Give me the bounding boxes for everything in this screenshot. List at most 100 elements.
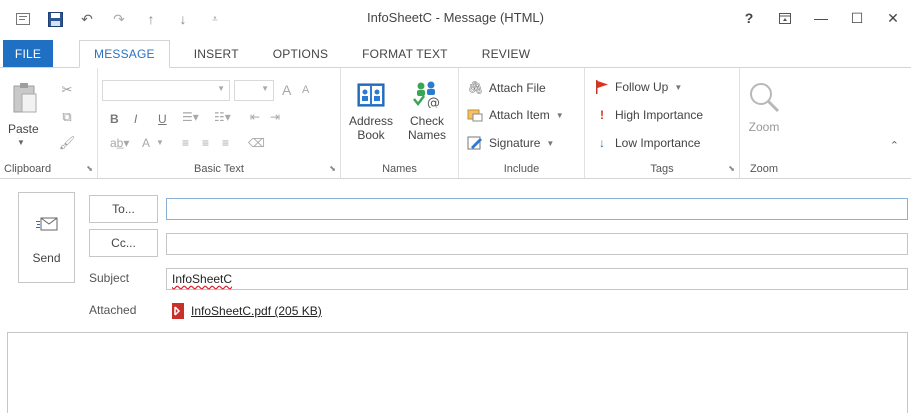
address-book-button[interactable]: Address Book: [345, 78, 397, 142]
cc-field[interactable]: [166, 233, 908, 255]
follow-up-label: Follow Up: [615, 80, 669, 94]
to-button[interactable]: To...: [89, 195, 158, 223]
low-importance-button[interactable]: ↓ Low Importance: [595, 136, 700, 150]
send-envelope-icon: [36, 217, 58, 231]
window-controls: ? — ☐ ✕: [731, 0, 911, 36]
help-button[interactable]: ?: [731, 0, 767, 36]
message-body[interactable]: [7, 332, 908, 413]
tab-options[interactable]: OPTIONS: [259, 40, 342, 67]
italic-button[interactable]: I: [134, 112, 137, 126]
attach-item-icon: [467, 108, 483, 122]
signature-dropdown-icon: ▼: [546, 138, 555, 148]
increase-indent-icon[interactable]: ⇥: [270, 110, 280, 124]
attach-file-button[interactable]: 🖇 Attach File: [467, 80, 546, 96]
check-names-label-line1: Check: [409, 114, 444, 128]
attach-item-button[interactable]: Attach Item ▼: [467, 108, 564, 122]
zoom-button[interactable]: Zoom: [740, 78, 788, 134]
numbering-icon[interactable]: ☷▾: [214, 110, 231, 124]
attachment-link[interactable]: InfoSheetC.pdf (205 KB): [191, 304, 322, 318]
underline-button[interactable]: U: [158, 112, 167, 126]
check-names-label-line2: Names: [407, 128, 446, 142]
attachments-field: InfoSheetC.pdf (205 KB): [166, 300, 908, 322]
clipboard-launcher-icon[interactable]: ⬊: [86, 164, 93, 173]
tab-message[interactable]: MESSAGE: [79, 40, 170, 68]
cut-icon[interactable]: ✂: [58, 81, 76, 99]
tags-group: Follow Up ▼ ! High Importance ↓ Low Impo…: [585, 68, 740, 178]
subject-value: InfoSheetC: [172, 272, 233, 286]
font-name-combo[interactable]: ▼: [102, 80, 230, 101]
basic-text-group-label: Basic Text: [194, 163, 244, 175]
ribbon: Paste ▼ ✂ ⧉ 🖌 Clipboard ⬊ ▼ ▼ A A B I U …: [0, 67, 911, 179]
svg-text:@: @: [427, 96, 440, 108]
exclamation-icon: !: [600, 108, 604, 122]
include-group: 🖇 Attach File Attach Item ▼ Signature ▼ …: [459, 68, 585, 178]
signature-icon: [467, 136, 483, 150]
maximize-button[interactable]: ☐: [839, 0, 875, 36]
align-right-icon[interactable]: ≡: [222, 136, 229, 150]
ribbon-display-options-icon[interactable]: [767, 0, 803, 36]
send-button[interactable]: Send: [18, 192, 75, 283]
high-importance-label: High Importance: [615, 108, 704, 122]
collapse-ribbon-icon[interactable]: ⌃: [890, 139, 899, 152]
flag-icon: [595, 80, 609, 94]
align-center-icon[interactable]: ≡: [202, 136, 209, 150]
copy-icon[interactable]: ⧉: [58, 108, 76, 126]
font-color-button[interactable]: A: [142, 136, 150, 150]
to-field[interactable]: [166, 198, 908, 220]
address-book-label-line2: Book: [357, 128, 385, 142]
names-group-label: Names: [382, 163, 417, 175]
bullets-icon[interactable]: ☰▾: [182, 110, 199, 124]
pdf-icon: [171, 303, 185, 319]
tab-insert[interactable]: INSERT: [180, 40, 253, 67]
paperclip-icon: 🖇: [467, 80, 484, 95]
clear-formatting-icon[interactable]: ⌫: [248, 136, 265, 150]
send-label: Send: [32, 251, 61, 265]
attached-label: Attached: [89, 303, 137, 317]
format-painter-icon[interactable]: 🖌: [58, 134, 76, 152]
bold-button[interactable]: B: [110, 112, 119, 126]
align-left-icon[interactable]: ≡: [182, 136, 189, 150]
font-size-combo[interactable]: ▼: [234, 80, 274, 101]
tab-review[interactable]: REVIEW: [468, 40, 545, 67]
tab-file[interactable]: FILE: [3, 40, 53, 67]
decrease-indent-icon[interactable]: ⇤: [250, 110, 260, 124]
attach-file-label: Attach File: [489, 81, 546, 95]
tags-group-label: Tags: [650, 163, 674, 175]
follow-up-button[interactable]: Follow Up ▼: [595, 80, 682, 94]
close-button[interactable]: ✕: [875, 0, 911, 36]
subject-label: Subject: [89, 271, 130, 285]
zoom-group-label: Zoom: [749, 163, 779, 175]
signature-label: Signature: [489, 136, 541, 150]
magnifier-icon: [747, 80, 781, 114]
grow-font-button[interactable]: A: [282, 82, 291, 98]
attach-item-dropdown-icon: ▼: [555, 110, 564, 120]
title-bar: ↶ ↷ ↑ ↓ ⩡ InfoSheetC - Message (HTML) ? …: [0, 0, 911, 36]
subject-field[interactable]: InfoSheetC: [166, 268, 908, 290]
zoom-button-label: Zoom: [748, 120, 780, 134]
highlight-icon[interactable]: ab̲▾: [110, 136, 129, 150]
low-importance-label: Low Importance: [615, 136, 701, 150]
cc-button[interactable]: Cc...: [89, 229, 158, 257]
signature-button[interactable]: Signature ▼: [467, 136, 554, 150]
tags-launcher-icon[interactable]: ⬊: [728, 164, 735, 173]
zoom-group: Zoom Zoom: [740, 68, 788, 178]
ribbon-tabs: FILE MESSAGE INSERT OPTIONS FORMAT TEXT …: [0, 40, 911, 68]
minimize-button[interactable]: —: [803, 0, 839, 36]
paste-dropdown-icon[interactable]: ▼: [17, 138, 25, 147]
basic-text-launcher-icon[interactable]: ⬊: [329, 164, 336, 173]
tab-format-text[interactable]: FORMAT TEXT: [348, 40, 462, 67]
paste-button[interactable]: Paste: [8, 122, 39, 136]
names-group: Address Book @ Check Names Names: [341, 68, 459, 178]
include-group-label: Include: [503, 163, 540, 175]
follow-up-dropdown-icon: ▼: [674, 82, 683, 92]
down-arrow-icon: ↓: [599, 136, 605, 150]
address-book-label-line1: Address: [348, 114, 394, 128]
address-book-icon: [357, 82, 385, 108]
shrink-font-button[interactable]: A: [302, 84, 309, 96]
font-color-dropdown-icon[interactable]: ▼: [156, 138, 164, 147]
high-importance-button[interactable]: ! High Importance: [595, 108, 703, 122]
check-names-button[interactable]: @ Check Names: [401, 78, 453, 142]
paste-icon[interactable]: [12, 82, 38, 113]
check-names-icon: @: [411, 80, 443, 111]
clipboard-group-label: Clipboard: [4, 163, 52, 175]
